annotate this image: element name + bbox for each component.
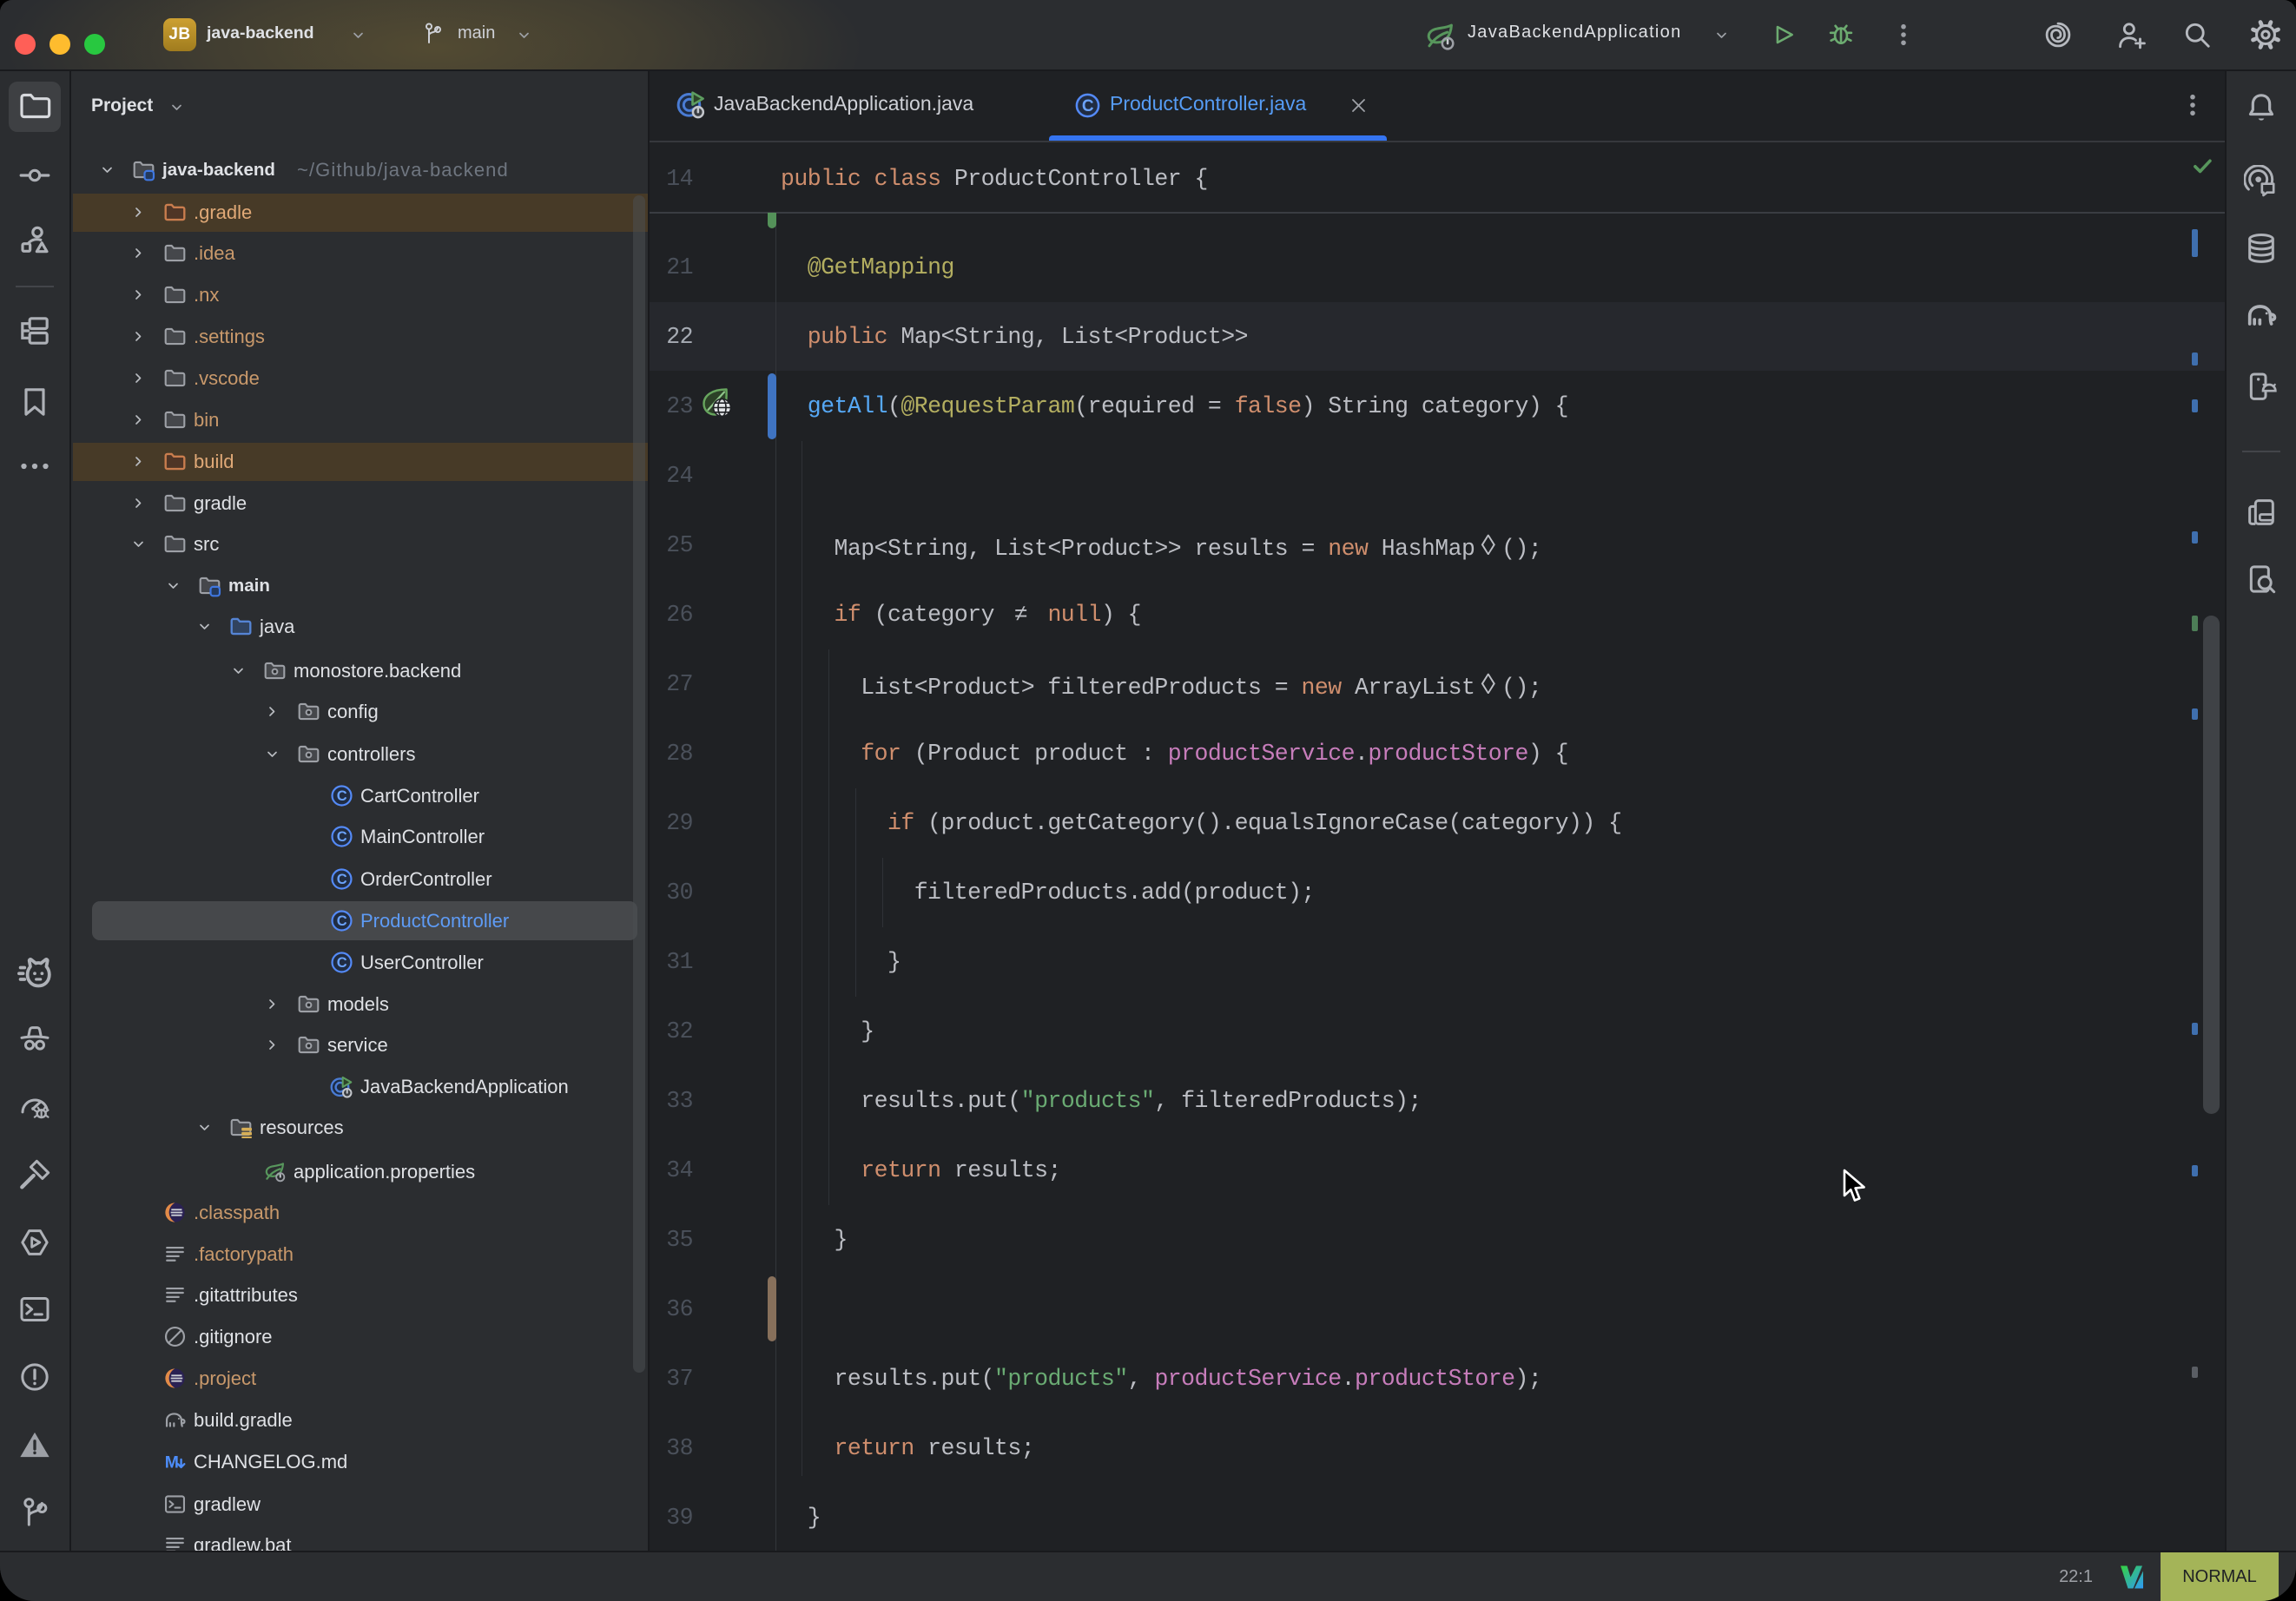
svg-text:C: C [337, 954, 347, 971]
svg-text:C: C [1082, 97, 1094, 115]
svg-text:C: C [337, 828, 347, 845]
svg-text:C: C [337, 871, 347, 887]
svg-text:C: C [337, 787, 347, 804]
svg-text:C: C [337, 913, 347, 929]
svg-text:M: M [165, 1453, 179, 1472]
